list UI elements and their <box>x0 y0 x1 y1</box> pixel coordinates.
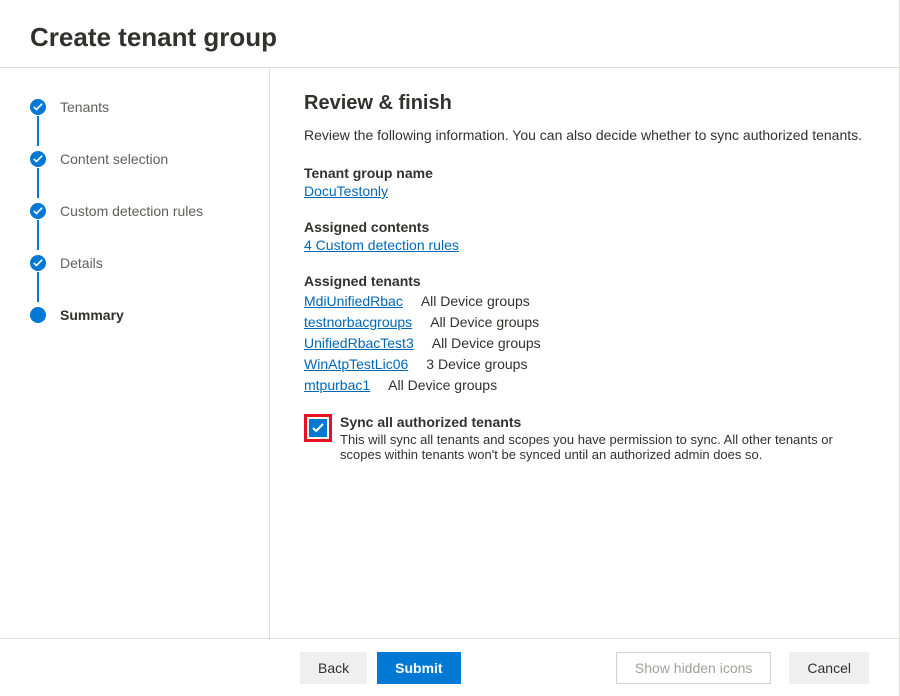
sync-checkbox-label: Sync all authorized tenants <box>340 414 840 430</box>
check-icon <box>30 151 46 167</box>
tenant-link[interactable]: mtpurbac1 <box>304 375 370 396</box>
tenant-row: MdiUnifiedRbac All Device groups <box>304 291 869 312</box>
sync-checkbox-description: This will sync all tenants and scopes yo… <box>340 432 840 462</box>
review-heading: Review & finish <box>304 92 869 115</box>
step-label: Tenants <box>60 99 109 115</box>
tenant-scope: All Device groups <box>432 335 541 351</box>
step-label: Custom detection rules <box>60 203 203 219</box>
check-icon <box>30 203 46 219</box>
step-tenants[interactable]: Tenants <box>30 96 269 118</box>
sync-checkbox[interactable] <box>309 419 327 437</box>
tenant-scope: 3 Device groups <box>426 356 527 372</box>
highlight-box <box>304 414 332 442</box>
tenant-scope: All Device groups <box>430 314 539 330</box>
tenant-group-name-link[interactable]: DocuTestonly <box>304 183 388 199</box>
tenant-row: UnifiedRbacTest3 All Device groups <box>304 333 869 354</box>
review-description: Review the following information. You ca… <box>304 127 869 143</box>
assigned-contents-label: Assigned contents <box>304 219 869 235</box>
tenant-link[interactable]: WinAtpTestLic06 <box>304 354 408 375</box>
tenant-link[interactable]: testnorbacgroups <box>304 312 412 333</box>
show-hidden-icons-button: Show hidden icons <box>616 652 772 684</box>
step-label: Summary <box>60 307 124 323</box>
check-icon <box>30 99 46 115</box>
tenant-group-name-label: Tenant group name <box>304 165 869 181</box>
assigned-tenants-label: Assigned tenants <box>304 273 869 289</box>
tenant-scope: All Device groups <box>421 293 530 309</box>
step-summary[interactable]: Summary <box>30 304 269 326</box>
submit-button[interactable]: Submit <box>377 652 460 684</box>
back-button[interactable]: Back <box>300 652 367 684</box>
check-icon <box>312 422 324 434</box>
tenant-scope: All Device groups <box>388 377 497 393</box>
step-details[interactable]: Details <box>30 252 269 274</box>
tenant-link[interactable]: MdiUnifiedRbac <box>304 291 403 312</box>
step-content-selection[interactable]: Content selection <box>30 148 269 170</box>
step-custom-detection-rules[interactable]: Custom detection rules <box>30 200 269 222</box>
tenant-link[interactable]: UnifiedRbacTest3 <box>304 333 414 354</box>
assigned-contents-link[interactable]: 4 Custom detection rules <box>304 237 459 253</box>
step-label: Content selection <box>60 151 168 167</box>
footer: Back Submit Show hidden icons Cancel <box>0 638 899 696</box>
current-step-icon <box>30 307 46 323</box>
check-icon <box>30 255 46 271</box>
tenant-row: WinAtpTestLic06 3 Device groups <box>304 354 869 375</box>
cancel-button[interactable]: Cancel <box>789 652 869 684</box>
page-title: Create tenant group <box>0 0 899 67</box>
tenant-row: testnorbacgroups All Device groups <box>304 312 869 333</box>
step-label: Details <box>60 255 103 271</box>
main-panel: Review & finish Review the following inf… <box>270 68 899 640</box>
wizard-steps: Tenants Content selection Custom detecti… <box>0 68 270 640</box>
tenant-row: mtpurbac1 All Device groups <box>304 375 869 396</box>
